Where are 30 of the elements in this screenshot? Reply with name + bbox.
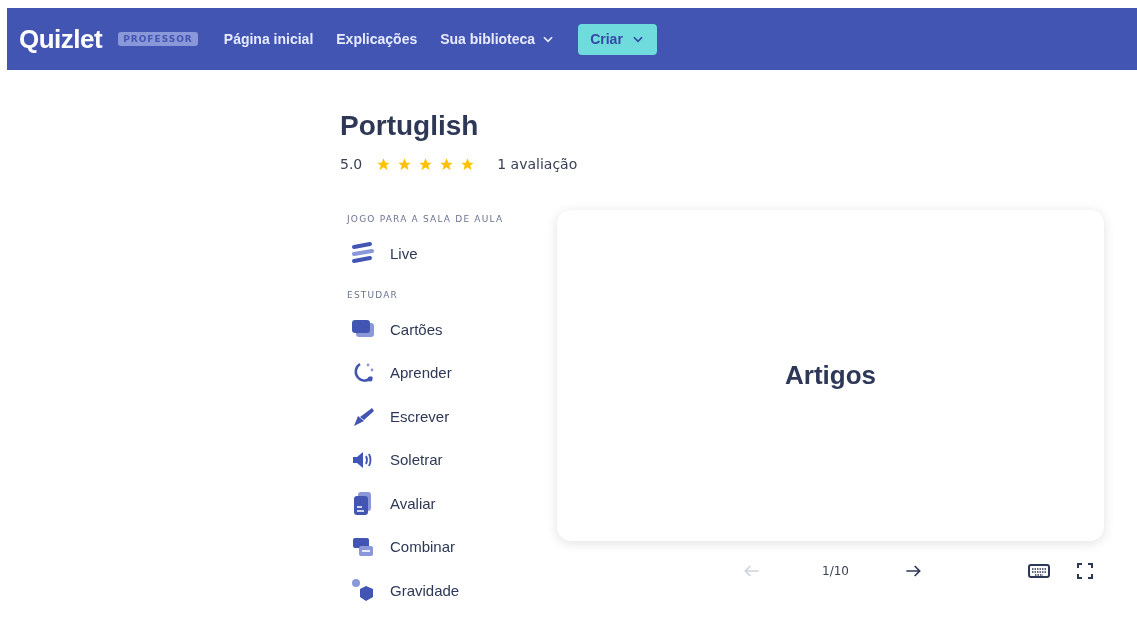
star-icon — [376, 156, 392, 172]
create-button[interactable]: Criar — [578, 23, 657, 55]
section-heading: ESTUDAR — [347, 289, 400, 300]
study-mode-link[interactable]: Cartões — [340, 307, 557, 351]
study-mode-link[interactable]: Live — [340, 232, 557, 276]
star-icon — [460, 156, 476, 172]
review-count: 1 avaliação — [497, 156, 578, 172]
study-mode-link[interactable]: Aprender — [340, 351, 557, 395]
plan-badge: PROFESSOR — [118, 32, 198, 46]
study-mode-link[interactable]: Soletrar — [340, 438, 557, 482]
nav-link[interactable]: Sua biblioteca — [440, 31, 556, 47]
nav-link[interactable]: Página inicial — [223, 31, 314, 47]
card-term: Artigos — [785, 360, 876, 391]
study-mode-link[interactable]: Combinar — [340, 525, 557, 569]
logo[interactable]: Quizlet — [19, 23, 103, 55]
card-counter: 1/10 — [822, 564, 849, 578]
shapes-icon — [350, 577, 376, 604]
star-icon — [418, 156, 434, 172]
set-title: Portuglish — [340, 110, 480, 142]
nav-link[interactable]: Explicações — [336, 31, 418, 47]
rating-value: 5.0 — [340, 156, 363, 172]
study-mode-link[interactable]: Escrever — [340, 394, 557, 438]
study-mode-link[interactable]: Avaliar — [340, 481, 557, 525]
study-mode-link[interactable]: Gravidade — [340, 568, 557, 612]
section-heading: JOGO PARA A SALA DE AULA — [347, 214, 505, 224]
fullscreen-button[interactable] — [1075, 562, 1094, 580]
keyboard-button[interactable] — [1027, 562, 1050, 580]
star-icon — [397, 156, 413, 172]
flashcard[interactable]: Artigos — [557, 210, 1104, 541]
star-icon — [439, 156, 455, 172]
